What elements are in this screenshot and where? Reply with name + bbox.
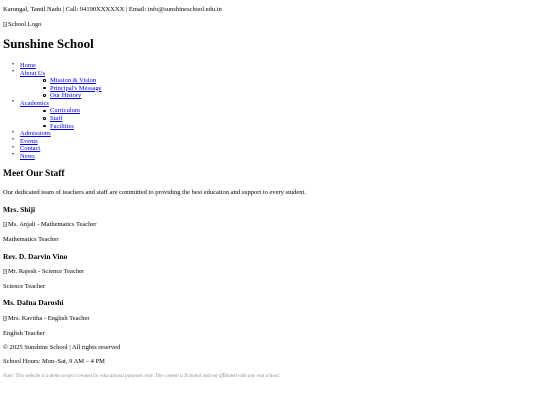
staff-photo-alt-text: Mrs. Kavitha - English Teacher (8, 315, 90, 322)
staff-photo: Mrs. Kavitha - English Teacher (3, 315, 90, 322)
nav-item-academics: Academics Curriculum Staff Facilities (8, 99, 102, 130)
nav-item-admissions: Admissions (8, 130, 102, 138)
nav-link-about[interactable]: About Us (20, 70, 45, 77)
submenu-item-curriculum: Curriculum (38, 107, 102, 115)
submenu-item-history: Our History (38, 92, 102, 100)
staff-photo-alt-text: Ms. Anjali - Mathematics Teacher (8, 221, 97, 228)
staff-photo-alt-text: Mr. Rajesh - Science Teacher (8, 268, 85, 275)
submenu-item-facilities: Facilities (38, 123, 102, 131)
staff-role: Science Teacher (3, 283, 46, 290)
broken-image-icon (3, 316, 7, 322)
nav-link-news[interactable]: News (20, 153, 35, 160)
footer-disclaimer-note: Note: This website is a demo project cre… (3, 374, 280, 379)
submenu-link-facilities[interactable]: Facilities (50, 123, 74, 130)
staff-photo: Ms. Anjali - Mathematics Teacher (3, 221, 96, 228)
site-title: Sunshine School (3, 36, 94, 51)
broken-image-icon (3, 22, 7, 28)
submenu-item-principal: Principal's Message (38, 85, 102, 93)
footer-school-hours: School Hours: Mon–Sat, 9 AM – 4 PM (3, 358, 105, 365)
staff-section-heading: Meet Our Staff (3, 169, 65, 179)
submenu-link-history[interactable]: Our History (50, 92, 81, 99)
nav-item-contact: Contact (8, 145, 102, 153)
nav-item-about: About Us Mission & Vision Principal's Me… (8, 69, 102, 100)
nav-item-news: News (8, 152, 102, 161)
main-navigation: Home About Us Mission & Vision Principal… (8, 62, 102, 160)
staff-name: Ms. Dafna Daroshi (3, 298, 64, 307)
page: Karungal, Tamil Nadu | Call: 94190XXXXXX… (0, 0, 540, 405)
academics-submenu: Curriculum Staff Facilities (20, 107, 102, 130)
submenu-link-curriculum[interactable]: Curriculum (50, 107, 80, 114)
submenu-link-principal[interactable]: Principal's Message (50, 85, 102, 92)
footer-copyright: © 2025 Sunshine School | All rights rese… (3, 344, 121, 351)
submenu-link-mission[interactable]: Mission & Vision (50, 77, 96, 84)
staff-name: Mrs. Shiji (3, 205, 36, 214)
nav-item-home: Home (8, 62, 102, 70)
submenu-item-staff: Staff (38, 115, 102, 123)
broken-image-icon (3, 222, 7, 228)
nav-link-academics[interactable]: Academics (20, 100, 49, 107)
staff-role: Mathematics Teacher (3, 236, 59, 243)
nav-link-home[interactable]: Home (20, 62, 36, 69)
nav-item-events: Events (8, 137, 102, 146)
staff-role: English Teacher (3, 330, 45, 337)
school-logo-alt-text: School Logo (8, 21, 42, 28)
staff-intro-text: Our dedicated team of teachers and staff… (3, 189, 306, 196)
nav-link-admissions[interactable]: Admissions (20, 130, 51, 137)
school-logo: School Logo (3, 21, 41, 28)
broken-image-icon (3, 269, 7, 275)
about-submenu: Mission & Vision Principal's Message Our… (20, 77, 102, 100)
submenu-link-staff[interactable]: Staff (50, 115, 63, 122)
staff-photo: Mr. Rajesh - Science Teacher (3, 268, 84, 275)
submenu-item-mission: Mission & Vision (38, 77, 102, 85)
nav-link-events[interactable]: Events (20, 138, 38, 145)
staff-name: Rev. D. Darvin Vino (3, 252, 68, 261)
contact-info-bar: Karungal, Tamil Nadu | Call: 94190XXXXXX… (3, 6, 222, 13)
nav-link-contact[interactable]: Contact (20, 145, 40, 152)
